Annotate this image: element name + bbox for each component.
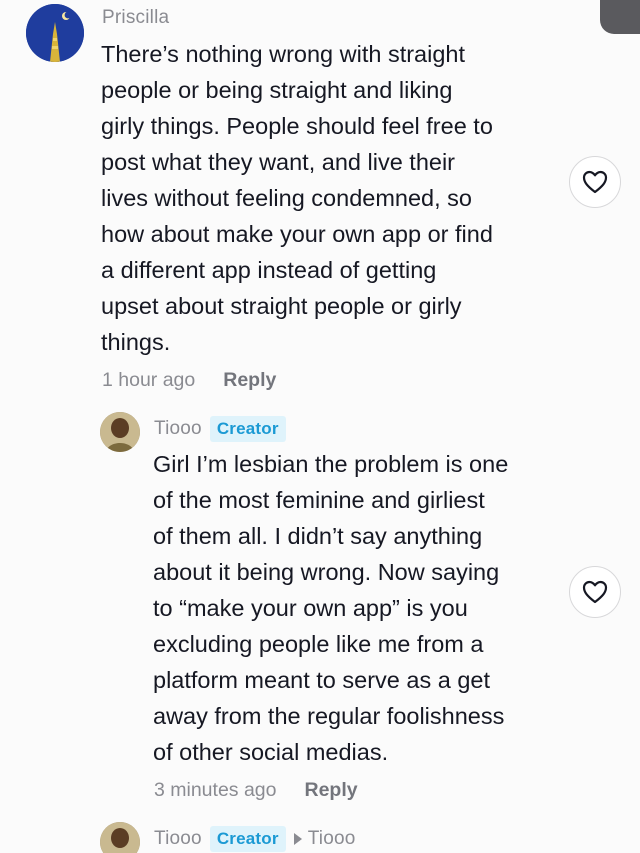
reply-meta: 3 minutes ago Reply xyxy=(154,779,358,802)
creator-badge: Creator xyxy=(209,416,286,442)
heart-outline-icon xyxy=(582,170,608,194)
reply-author[interactable]: Tiooo xyxy=(154,418,202,439)
reply2-avatar[interactable] xyxy=(100,822,140,853)
screen-corner-overlay xyxy=(600,0,640,34)
like-button[interactable] xyxy=(569,156,621,208)
comment-text: There’s nothing wrong with straight peop… xyxy=(101,41,493,355)
comment-author[interactable]: Priscilla xyxy=(102,7,169,29)
avatar[interactable] xyxy=(26,4,84,62)
reply-time: 3 minutes ago xyxy=(154,779,277,801)
reply2-author[interactable]: Tiooo xyxy=(154,828,202,849)
creator-badge: Creator xyxy=(209,826,286,852)
reply-arrow-icon xyxy=(293,833,302,845)
reply2-reply-to[interactable]: Tiooo xyxy=(308,828,356,849)
comment-time: 1 hour ago xyxy=(102,369,196,391)
reply-reply-button[interactable]: Reply xyxy=(305,779,358,802)
avatar-image xyxy=(26,4,84,62)
reply-like-button[interactable] xyxy=(569,566,621,618)
reply-author-line: Tiooo Creator xyxy=(154,416,286,442)
comment-meta: 1 hour ago Reply xyxy=(102,369,276,392)
reply-avatar-image xyxy=(100,412,140,452)
reply2-avatar-image xyxy=(100,822,140,853)
heart-outline-icon xyxy=(582,580,608,604)
reply-button[interactable]: Reply xyxy=(223,369,276,392)
reply2-author-line: Tiooo Creator Tiooo xyxy=(154,826,356,852)
reply-text: Girl I’m lesbian the problem is one of t… xyxy=(153,451,509,765)
reply-avatar[interactable] xyxy=(100,412,140,452)
